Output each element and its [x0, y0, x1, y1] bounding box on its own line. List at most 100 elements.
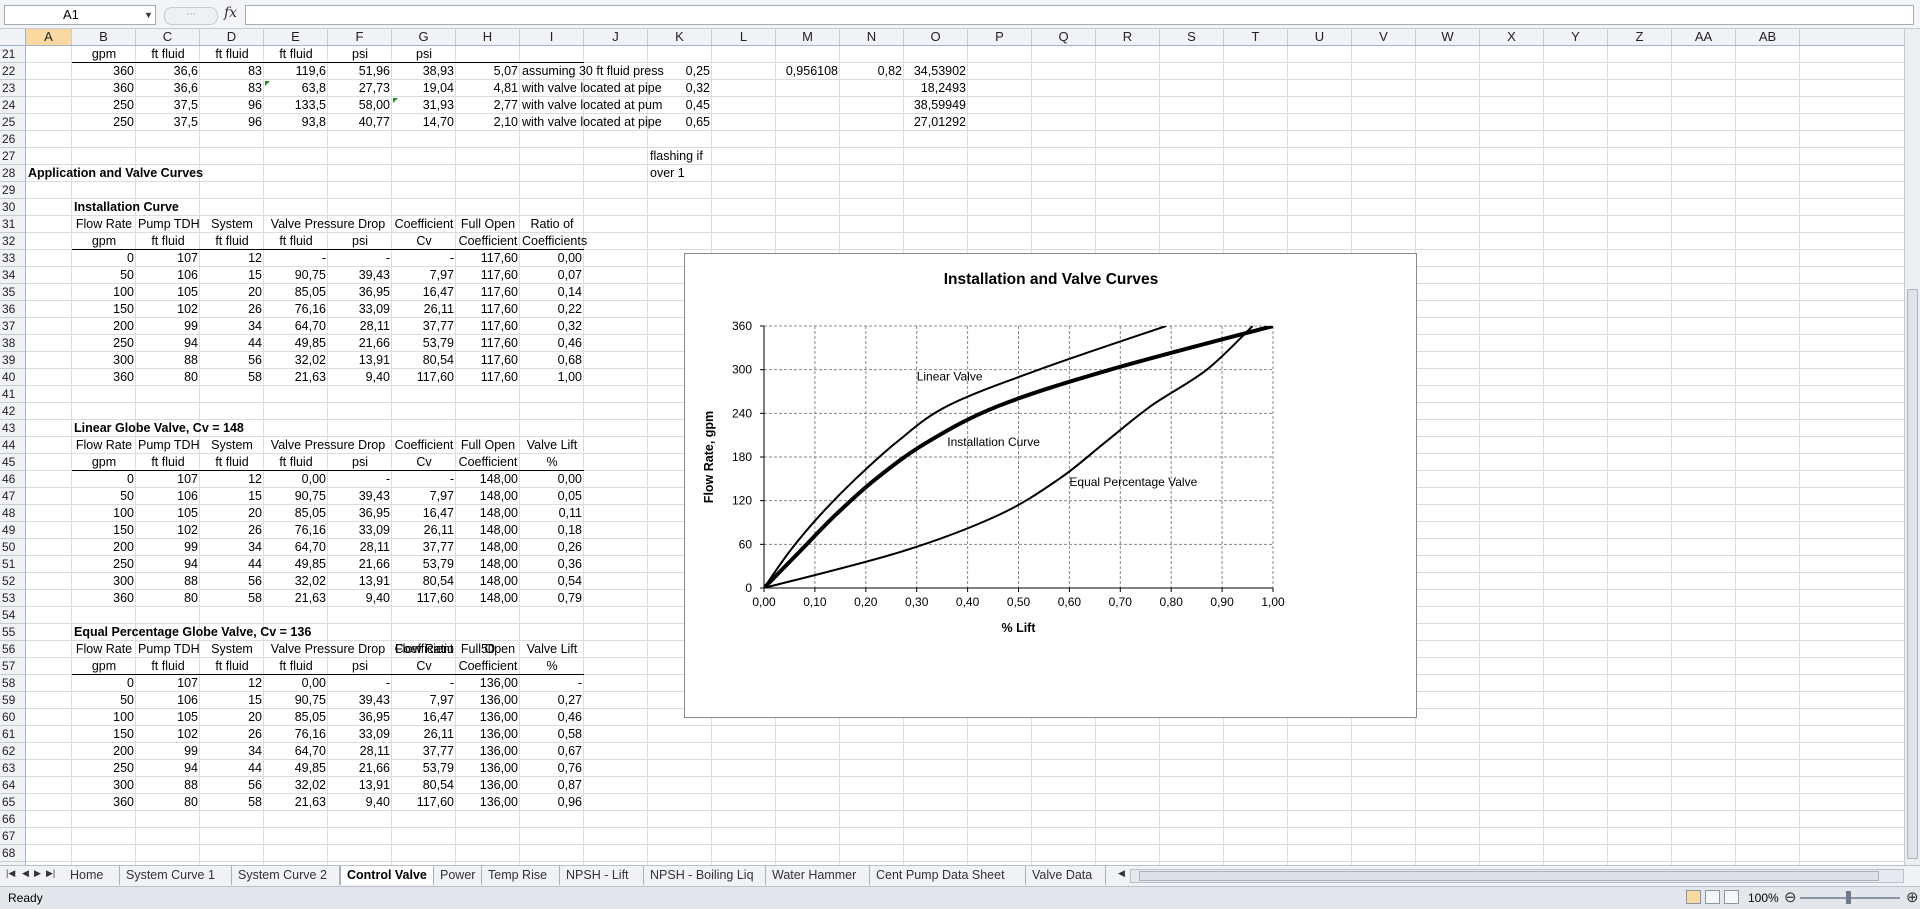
data-cell[interactable]: 0,956108 [776, 63, 840, 80]
column-heading[interactable]: Valve Pressure Drop [264, 641, 392, 658]
data-cell[interactable]: 34,53902 [904, 63, 968, 80]
data-cell[interactable]: 107 [136, 471, 200, 488]
tab-scroll-left-icon[interactable]: ◀ [1118, 868, 1125, 879]
data-cell[interactable]: 96 [200, 114, 264, 131]
data-cell[interactable]: 26,11 [392, 522, 456, 539]
column-header-M[interactable]: M [776, 29, 840, 45]
column-heading[interactable]: Pump TDH [136, 641, 200, 658]
data-cell[interactable]: 300 [72, 352, 136, 369]
row-header-67[interactable]: 67 [0, 828, 25, 845]
data-cell[interactable]: 38,59949 [904, 97, 968, 114]
data-cell[interactable]: 26 [200, 726, 264, 743]
row-header-31[interactable]: 31 [0, 216, 25, 233]
data-cell[interactable]: 117,60 [392, 369, 456, 386]
row-header-45[interactable]: 45 [0, 454, 25, 471]
column-heading[interactable]: Coefficient [392, 437, 456, 454]
data-cell[interactable]: 117,60 [456, 301, 520, 318]
row-header-50[interactable]: 50 [0, 539, 25, 556]
error-indicator-icon[interactable] [265, 81, 270, 86]
vertical-scroll-thumb[interactable] [1907, 289, 1918, 859]
sheet-tab-npsh-lift[interactable]: NPSH - Lift [560, 866, 644, 885]
data-cell[interactable]: 117,60 [392, 794, 456, 811]
data-cell[interactable]: 102 [136, 301, 200, 318]
data-cell[interactable]: 0,46 [520, 335, 584, 352]
unit-label[interactable]: ft fluid [200, 46, 264, 63]
data-cell[interactable]: 12 [200, 471, 264, 488]
data-cell[interactable]: 2,77 [456, 97, 520, 114]
column-heading[interactable]: System [200, 641, 264, 658]
data-cell[interactable]: 0,32 [520, 318, 584, 335]
data-cell[interactable]: 148,00 [456, 556, 520, 573]
data-cell[interactable]: 58 [200, 590, 264, 607]
data-cell[interactable]: 117,60 [456, 250, 520, 267]
data-cell[interactable]: 150 [72, 522, 136, 539]
column-heading[interactable]: Valve Lift [520, 641, 584, 658]
data-cell[interactable]: 32,02 [264, 777, 328, 794]
sheet-tab-temp-rise[interactable]: Temp Rise [482, 866, 560, 885]
data-cell[interactable]: 90,75 [264, 692, 328, 709]
data-cell[interactable]: 53,79 [392, 556, 456, 573]
data-cell[interactable]: 27,01292 [904, 114, 968, 131]
column-header-N[interactable]: N [840, 29, 904, 45]
row-header-52[interactable]: 52 [0, 573, 25, 590]
note-cell[interactable]: assuming 30 ft fluid press [520, 63, 664, 80]
column-heading[interactable]: Full Open [456, 437, 520, 454]
row-header-35[interactable]: 35 [0, 284, 25, 301]
data-cell[interactable]: 93,8 [264, 114, 328, 131]
data-cell[interactable]: 360 [72, 80, 136, 97]
row-header-43[interactable]: 43 [0, 420, 25, 437]
data-cell[interactable]: 0,00 [264, 471, 328, 488]
data-cell[interactable]: 37,5 [136, 114, 200, 131]
column-heading[interactable]: ft fluid [136, 658, 200, 675]
data-cell[interactable]: 0,82 [840, 63, 904, 80]
data-cell[interactable]: 148,00 [456, 471, 520, 488]
data-cell[interactable]: 107 [136, 675, 200, 692]
data-cell[interactable]: 20 [200, 284, 264, 301]
data-cell[interactable]: 105 [136, 284, 200, 301]
prev-sheet-icon[interactable]: ◀ [22, 868, 29, 879]
data-cell[interactable]: 90,75 [264, 267, 328, 284]
data-cell[interactable]: 90,75 [264, 488, 328, 505]
data-cell[interactable]: 49,85 [264, 335, 328, 352]
column-heading[interactable]: ft fluid [200, 233, 264, 250]
column-heading[interactable]: ft fluid [136, 454, 200, 471]
data-cell[interactable]: 31,93 [392, 97, 456, 114]
data-cell[interactable]: 40,77 [328, 114, 392, 131]
sheet-tab-control-valve[interactable]: Control Valve [340, 866, 434, 885]
data-cell[interactable]: - [328, 471, 392, 488]
data-cell[interactable]: 1,00 [520, 369, 584, 386]
data-cell[interactable]: 136,00 [456, 675, 520, 692]
row-header-44[interactable]: 44 [0, 437, 25, 454]
unit-label[interactable]: psi [328, 46, 392, 63]
data-cell[interactable]: 9,40 [328, 794, 392, 811]
data-cell[interactable]: 32,02 [264, 352, 328, 369]
data-cell[interactable]: 0 [72, 471, 136, 488]
data-cell[interactable]: 136,00 [456, 777, 520, 794]
data-cell[interactable]: 19,04 [392, 80, 456, 97]
data-cell[interactable]: 36,6 [136, 80, 200, 97]
data-cell[interactable]: - [392, 471, 456, 488]
data-cell[interactable]: 7,97 [392, 488, 456, 505]
data-cell[interactable]: 39,43 [328, 267, 392, 284]
data-cell[interactable]: 13,91 [328, 352, 392, 369]
row-header-28[interactable]: 28 [0, 165, 25, 182]
data-cell[interactable]: 44 [200, 556, 264, 573]
row-header-41[interactable]: 41 [0, 386, 25, 403]
data-cell[interactable]: 21,63 [264, 369, 328, 386]
data-cell[interactable]: 148,00 [456, 488, 520, 505]
data-cell[interactable]: 21,66 [328, 556, 392, 573]
data-cell[interactable]: 0,45 [648, 97, 712, 114]
data-cell[interactable]: - [328, 675, 392, 692]
data-cell[interactable]: 85,05 [264, 709, 328, 726]
column-header-V[interactable]: V [1352, 29, 1416, 45]
data-cell[interactable]: 9,40 [328, 369, 392, 386]
column-heading[interactable]: Valve Lift [520, 437, 584, 454]
data-cell[interactable]: 0,36 [520, 556, 584, 573]
data-cell[interactable]: 0,00 [520, 471, 584, 488]
row-header-23[interactable]: 23 [0, 80, 25, 97]
column-header-E[interactable]: E [264, 29, 328, 45]
row-header-46[interactable]: 46 [0, 471, 25, 488]
data-cell[interactable]: 0,18 [520, 522, 584, 539]
data-cell[interactable]: 80,54 [392, 573, 456, 590]
column-heading[interactable]: ft fluid [200, 658, 264, 675]
